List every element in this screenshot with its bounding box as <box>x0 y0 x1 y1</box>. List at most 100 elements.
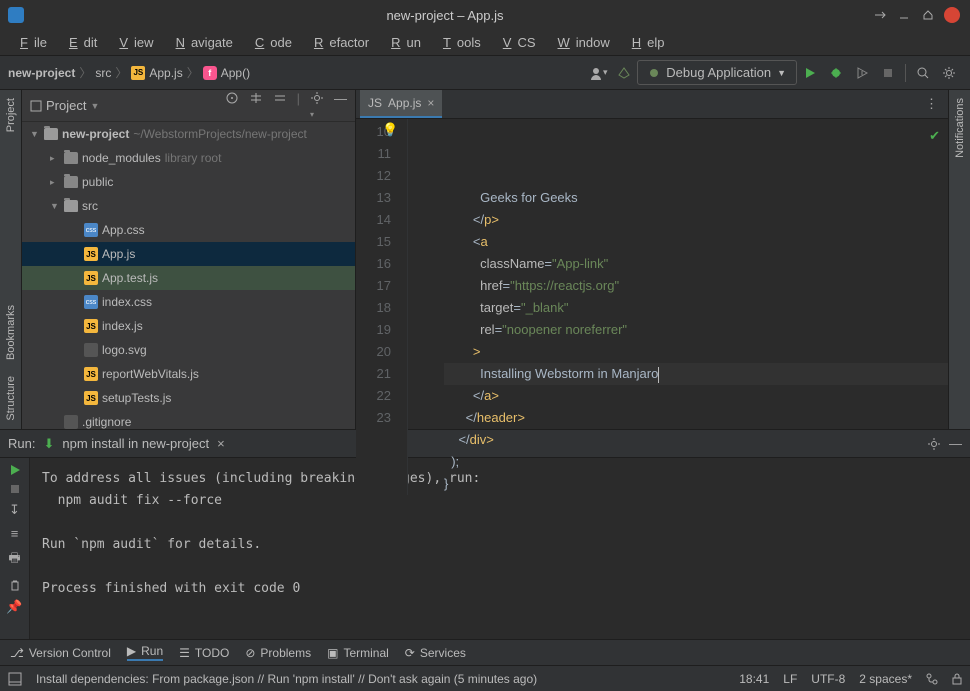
expand-all-icon[interactable] <box>249 91 263 120</box>
run-toolstrip: ↧ ≡ 🖶 📌 <box>0 458 30 639</box>
debug-button[interactable] <box>825 62 847 84</box>
close-button[interactable] <box>942 5 962 25</box>
hide-button[interactable]: — <box>334 91 347 120</box>
maximize-button[interactable] <box>918 5 938 25</box>
notifications-tool-button[interactable]: Notifications <box>952 90 968 166</box>
run-label: Run: <box>8 436 35 451</box>
run-hide-button[interactable]: — <box>949 436 962 451</box>
titlebar: new-project – App.js <box>0 0 970 30</box>
stop-icon[interactable] <box>10 484 20 494</box>
tree-item-src[interactable]: ▼src <box>22 194 355 218</box>
project-tree[interactable]: ▼ new-project ~/WebstormProjects/new-pro… <box>22 122 355 429</box>
status-time[interactable]: 18:41 <box>739 672 769 686</box>
rerun-icon[interactable] <box>9 464 21 476</box>
menu-refactor[interactable]: Refactor <box>302 33 375 52</box>
locate-icon[interactable] <box>225 91 239 120</box>
navbar: new-project 〉 src 〉 JSApp.js 〉 fApp() ▾ … <box>0 56 970 90</box>
run-config-selector[interactable]: Debug Application ▼ <box>637 60 797 85</box>
status-tool-icon[interactable] <box>8 672 22 686</box>
status-lock-icon[interactable] <box>952 673 962 685</box>
sidebar: Project ▼ | ▾ — ▼ new-project ~/Webstorm… <box>22 90 356 429</box>
run-task-icon: ⬇ <box>43 436 54 452</box>
tree-item-node_modules[interactable]: ▸node_modules library root <box>22 146 355 170</box>
bottom-run[interactable]: ▶Run <box>127 644 163 661</box>
editor-tab[interactable]: JS App.js × <box>360 90 442 118</box>
settings-icon[interactable] <box>938 62 960 84</box>
print-icon[interactable]: 🖶 <box>8 549 20 571</box>
options-icon[interactable]: ▾ <box>310 91 324 120</box>
status-enc[interactable]: UTF-8 <box>811 672 845 686</box>
scroll-icon[interactable]: ↧ <box>9 502 20 518</box>
stop-button[interactable] <box>877 62 899 84</box>
tree-item-reportWebVitals-js[interactable]: JSreportWebVitals.js <box>22 362 355 386</box>
status-indent[interactable]: 2 spaces* <box>859 672 912 686</box>
run-close-tab-icon[interactable]: × <box>217 436 225 451</box>
project-tool-button[interactable]: Project <box>3 90 19 140</box>
pin-icon[interactable]: 📌 <box>6 599 22 615</box>
tab-more-icon[interactable]: ⋮ <box>915 96 948 112</box>
tree-item-App-css[interactable]: cssApp.css <box>22 218 355 242</box>
search-everywhere-icon[interactable] <box>912 62 934 84</box>
coverage-button[interactable] <box>851 62 873 84</box>
statusbar: Install dependencies: From package.json … <box>0 665 970 691</box>
tree-item-logo-svg[interactable]: logo.svg <box>22 338 355 362</box>
menu-vcs[interactable]: VCS <box>491 33 542 52</box>
tree-item-App-js[interactable]: JSApp.js <box>22 242 355 266</box>
minimize-button[interactable] <box>894 5 914 25</box>
left-stripe: Project Bookmarks Structure <box>0 90 22 429</box>
build-icon[interactable] <box>613 62 635 84</box>
menubar: FileEditView NavigateCodeRefactorRunTools… <box>0 30 970 56</box>
breadcrumb-project[interactable]: new-project <box>8 66 75 80</box>
close-tab-icon[interactable]: × <box>427 96 434 110</box>
wrap-icon[interactable]: ≡ <box>11 526 19 541</box>
collapse-all-icon[interactable] <box>273 91 287 120</box>
menu-window[interactable]: Window <box>546 33 616 52</box>
bottombar: ⎇Version Control ▶Run ☰TODO ⊘Problems ▣Termi… <box>0 639 970 665</box>
bottom-services[interactable]: ⟳Services <box>405 646 466 660</box>
breadcrumb[interactable]: new-project 〉 src 〉 JSApp.js 〉 fApp() <box>8 64 250 81</box>
tree-root[interactable]: ▼ new-project ~/WebstormProjects/new-pro… <box>22 122 355 146</box>
folder-icon <box>44 128 58 140</box>
sidebar-header: Project ▼ | ▾ — <box>22 90 355 122</box>
breadcrumb-folder[interactable]: src <box>95 66 111 80</box>
bug-icon <box>648 67 660 79</box>
tree-item--gitignore[interactable]: .gitignore <box>22 410 355 429</box>
project-view-selector[interactable]: Project ▼ <box>30 98 99 113</box>
run-button[interactable] <box>799 62 821 84</box>
bottom-problems[interactable]: ⊘Problems <box>245 646 311 660</box>
window-title: new-project – App.js <box>24 8 866 23</box>
tree-item-App-test-js[interactable]: JSApp.test.js <box>22 266 355 290</box>
bottom-terminal[interactable]: ▣Terminal <box>327 646 389 660</box>
run-title: npm install in new-project <box>62 436 209 451</box>
editor-tabbar: JS App.js × ⋮ <box>356 90 948 119</box>
status-sep[interactable]: LF <box>783 672 797 686</box>
bottom-version-control[interactable]: ⎇Version Control <box>10 646 111 660</box>
bookmarks-tool-button[interactable]: Bookmarks <box>3 297 19 368</box>
breadcrumb-file[interactable]: App.js <box>149 66 182 80</box>
bottom-todo[interactable]: ☰TODO <box>179 646 229 660</box>
menu-run[interactable]: Run <box>379 33 427 52</box>
menu-file[interactable]: File <box>8 33 53 52</box>
menu-view[interactable]: View <box>107 33 159 52</box>
menu-edit[interactable]: Edit <box>57 33 103 52</box>
structure-tool-button[interactable]: Structure <box>3 368 19 429</box>
breadcrumb-symbol[interactable]: App() <box>221 66 250 80</box>
menu-tools[interactable]: Tools <box>431 33 487 52</box>
tree-item-index-css[interactable]: cssindex.css <box>22 290 355 314</box>
delete-icon[interactable] <box>9 579 21 591</box>
code[interactable]: ✔ Geeks for Geeks </p> <a className="App… <box>408 119 948 495</box>
menu-code[interactable]: Code <box>243 33 298 52</box>
tree-item-index-js[interactable]: JSindex.js <box>22 314 355 338</box>
status-branch-icon[interactable] <box>926 673 938 685</box>
gutter[interactable]: 1011121314151617181920212223 <box>356 119 408 495</box>
tree-item-public[interactable]: ▸public <box>22 170 355 194</box>
user-icon[interactable]: ▾ <box>587 62 609 84</box>
connect-icon[interactable] <box>870 5 890 25</box>
menu-navigate[interactable]: Navigate <box>164 33 239 52</box>
editor: JS App.js × ⋮ 10111213141516171819202122… <box>356 90 948 429</box>
status-message: Install dependencies: From package.json … <box>36 672 725 686</box>
tree-item-setupTests-js[interactable]: JSsetupTests.js <box>22 386 355 410</box>
right-stripe: Notifications <box>948 90 970 429</box>
menu-help[interactable]: Help <box>620 33 671 52</box>
app-icon <box>8 7 24 23</box>
